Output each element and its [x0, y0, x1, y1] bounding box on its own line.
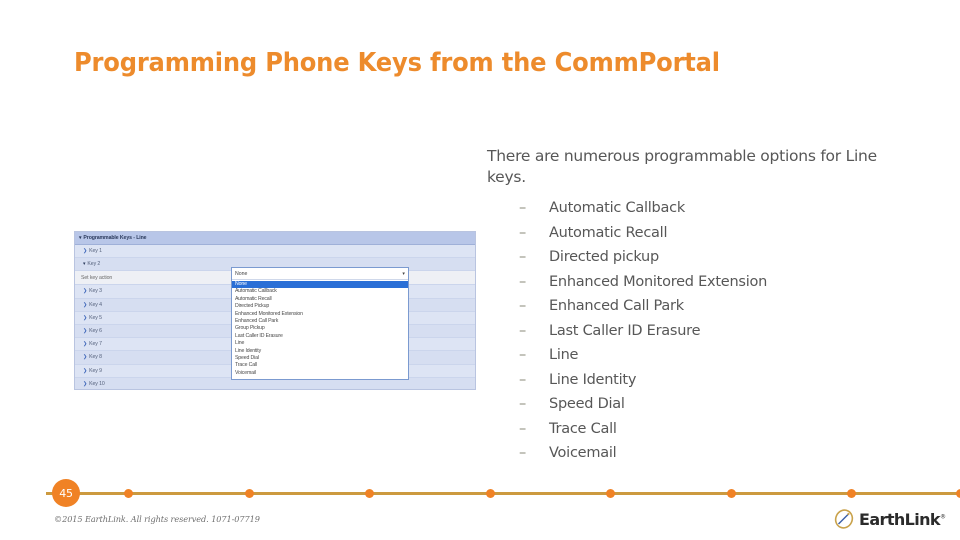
list-item: – Voicemail [487, 441, 887, 466]
bullet-dash-marker: – [519, 396, 526, 412]
key-action-dropdown-field[interactable]: None ▾ [232, 268, 408, 280]
content-column: There are numerous programmable options … [487, 146, 887, 466]
list-item: – Line [487, 343, 887, 368]
list-item: – Line Identity [487, 368, 887, 393]
key-label: Key 5 [89, 314, 102, 321]
earthlink-wordmark-text: EarthLink [859, 509, 941, 529]
key-action-dropdown[interactable]: None ▾ None Automatic Callback Automatic… [231, 267, 409, 381]
key-label: Key 6 [89, 328, 102, 335]
list-item: – Directed pickup [487, 245, 887, 270]
bullet-dash-marker: – [519, 298, 526, 314]
footer-dot [606, 489, 615, 498]
copyright-text: ©2015 EarthLink. All rights reserved. 10… [54, 514, 260, 524]
programmable-keys-panel-header: ▾ Programmable Keys - Line [75, 232, 475, 245]
chevron-right-icon: ❯ [83, 341, 88, 348]
chevron-right-icon: ❯ [83, 301, 88, 308]
bullet-dash-marker: – [519, 347, 526, 363]
key-label: Key 10 [89, 380, 105, 387]
dropdown-option[interactable]: Group Pickup [232, 325, 408, 332]
chevron-right-icon: ❯ [83, 248, 88, 255]
list-item-label: Line [549, 347, 579, 363]
dropdown-option[interactable]: Directed Pickup [232, 303, 408, 310]
key-row[interactable]: ❯ Key 1 [75, 245, 475, 259]
dropdown-option[interactable]: Enhanced Monitored Extension [232, 311, 408, 318]
dropdown-option[interactable]: Line Identity [232, 348, 408, 355]
dropdown-option[interactable]: Last Caller ID Erasure [232, 333, 408, 340]
key-action-dropdown-list[interactable]: None Automatic Callback Automatic Recall… [232, 280, 408, 380]
key-label: Key 1 [89, 248, 102, 255]
list-item-label: Trace Call [549, 420, 617, 437]
dropdown-option[interactable]: Automatic Recall [232, 296, 408, 303]
list-item-label: Speed Dial [549, 396, 625, 412]
list-item-label: Directed pickup [549, 249, 659, 265]
footer-dot [486, 489, 495, 498]
key-label: Key 4 [89, 301, 102, 308]
list-item-label: Last Caller ID Erasure [549, 322, 701, 339]
dropdown-option[interactable]: Voicemail [232, 370, 408, 377]
earthlink-wordmark: EarthLink® [859, 509, 946, 529]
earthlink-logo: EarthLink® [833, 508, 946, 530]
bullet-dash-marker: – [519, 200, 526, 216]
footer-dot [365, 489, 374, 498]
bullet-dash-marker: – [519, 420, 526, 437]
list-item: – Last Caller ID Erasure [487, 319, 887, 344]
list-item: – Enhanced Monitored Extension [487, 270, 887, 295]
list-item: – Enhanced Call Park [487, 294, 887, 319]
footer-dot [847, 489, 856, 498]
set-key-action-label: Set key action [81, 274, 113, 281]
trademark-symbol: ® [939, 513, 946, 521]
footer-dot [124, 489, 133, 498]
slide-number-badge: 45 [52, 479, 80, 507]
bullet-dash-marker: – [519, 445, 526, 461]
footer-dot [956, 489, 960, 498]
dropdown-option[interactable]: Enhanced Call Park [232, 318, 408, 325]
footer-divider-line [46, 492, 960, 495]
chevron-right-icon: ❯ [83, 380, 88, 387]
footer-dot [245, 489, 254, 498]
footer-dot [727, 489, 736, 498]
chevron-right-icon: ❯ [83, 328, 88, 335]
list-item: – Automatic Recall [487, 221, 887, 246]
chevron-right-icon: ❯ [83, 354, 88, 361]
panel-title-label: Programmable Keys - Line [83, 235, 147, 241]
key-label: Key 9 [89, 367, 102, 374]
list-item-label: Automatic Recall [549, 224, 668, 241]
dropdown-option[interactable]: Automatic Callback [232, 288, 408, 295]
chevron-right-icon: ❯ [83, 367, 88, 374]
programmable-options-list: – Automatic Callback – Automatic Recall … [487, 196, 887, 466]
list-item-label: Automatic Callback [549, 200, 685, 216]
list-item-label: Enhanced Monitored Extension [549, 273, 768, 290]
dropdown-option[interactable]: Line [232, 340, 408, 347]
key-label: Key 2 [87, 261, 101, 268]
page-title: Programming Phone Keys from the CommPort… [74, 48, 720, 78]
commportal-screenshot-image: ▾ Programmable Keys - Line ❯ Key 1 ▾ Key… [74, 231, 476, 390]
intro-paragraph: There are numerous programmable options … [487, 147, 877, 186]
list-item: – Trace Call [487, 417, 887, 442]
dropdown-option[interactable]: Speed Dial [232, 355, 408, 362]
key-label: Key 8 [89, 354, 102, 361]
list-item-label: Enhanced Call Park [549, 298, 684, 314]
dropdown-option[interactable]: Trace Call [232, 362, 408, 369]
list-item-label: Line Identity [549, 371, 637, 388]
chevron-down-icon: ▾ [402, 270, 405, 277]
chevron-right-icon: ❯ [83, 288, 88, 295]
bullet-dash-marker: – [519, 371, 526, 388]
key-label: Key 3 [89, 288, 102, 295]
bullet-dash-marker: – [519, 224, 526, 241]
list-item-label: Voicemail [549, 445, 617, 461]
dropdown-selected-value: None [235, 270, 248, 277]
bullet-dash-marker: – [519, 273, 526, 290]
chevron-down-icon: ▾ [83, 261, 86, 268]
list-item: – Speed Dial [487, 392, 887, 417]
bullet-dash-marker: – [519, 249, 526, 265]
earthlink-compass-icon [834, 509, 854, 529]
chevron-right-icon: ❯ [83, 314, 88, 321]
bullet-dash-marker: – [519, 322, 526, 339]
list-item: – Automatic Callback [487, 196, 887, 221]
dropdown-option[interactable]: None [232, 281, 408, 289]
key-label: Key 7 [89, 341, 102, 348]
chevron-down-icon: ▾ [79, 235, 82, 241]
